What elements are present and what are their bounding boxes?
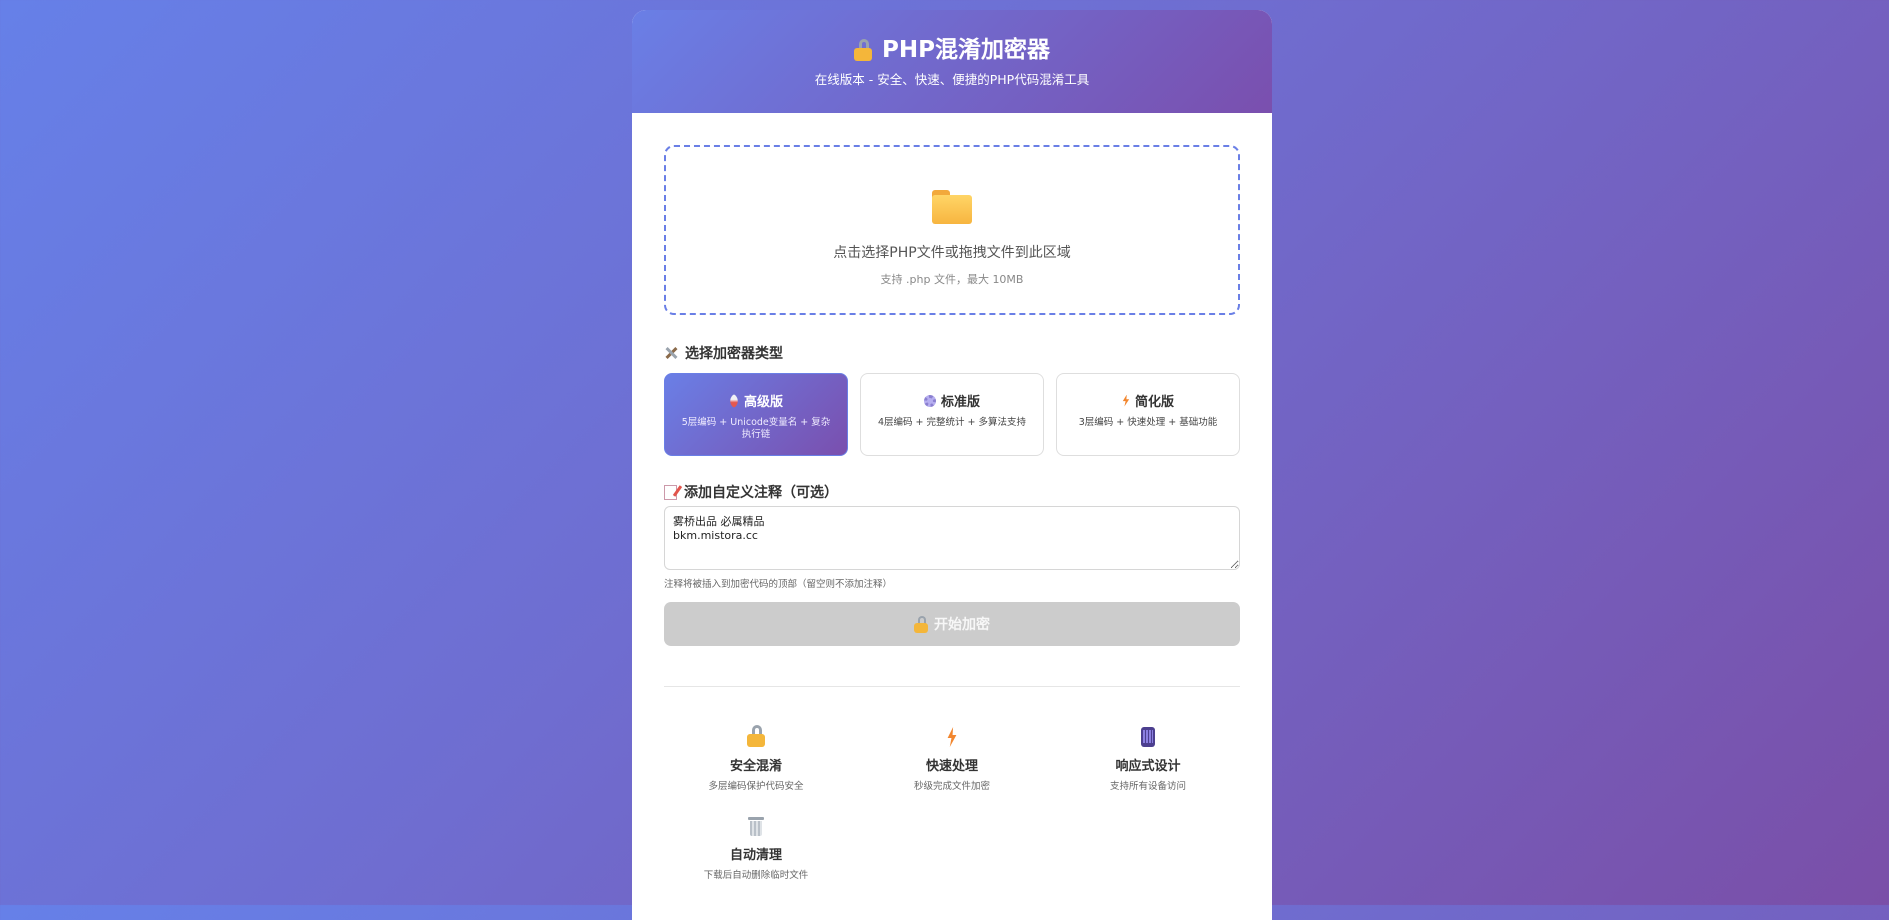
type-option-title-text: 高级版 — [743, 395, 783, 410]
feature-title: 响应式设计 — [1115, 759, 1181, 774]
features-grid: 安全混淆 多层编码保护代码安全 快速处理 秒级完成文件加密 响应式设计 支持所有… — [664, 725, 1240, 881]
lock-icon — [747, 725, 765, 747]
lock-icon — [914, 615, 928, 633]
trash-icon — [748, 817, 764, 836]
encryptor-type-label: 选择加密器类型 — [664, 343, 1240, 363]
start-encrypt-label: 开始加密 — [934, 617, 990, 633]
phone-icon — [1141, 727, 1155, 747]
feature-desc: 多层编码保护代码安全 — [708, 781, 804, 792]
type-option-desc: 4层编码 + 完整统计 + 多算法支持 — [877, 417, 1027, 428]
type-option-desc: 3层编码 + 快速处理 + 基础功能 — [1078, 417, 1218, 428]
feature-title: 安全混淆 — [729, 759, 782, 774]
type-option-advanced[interactable]: 高级版 5层编码 + Unicode变量名 + 复杂执行链 — [664, 373, 848, 456]
encryptor-type-options: 高级版 5层编码 + Unicode变量名 + 复杂执行链 标准版 4层编码 +… — [664, 373, 1240, 456]
lock-icon — [854, 39, 873, 61]
divider — [664, 686, 1240, 687]
main-content: 点击选择PHP文件或拖拽文件到此区域 支持 .php 文件，最大 10MB 选择… — [632, 145, 1272, 881]
type-option-title-text: 简化版 — [1134, 395, 1174, 410]
feature-item: 响应式设计 支持所有设备访问 — [1056, 725, 1240, 792]
type-option-title: 高级版 — [665, 391, 847, 410]
feature-item: 自动清理 下载后自动删除临时文件 — [664, 814, 848, 881]
comment-textarea[interactable]: 雾桥出品 必属精品 bkm.mistora.cc — [664, 506, 1240, 570]
upload-hint: 支持 .php 文件，最大 10MB — [880, 273, 1024, 286]
gear-icon — [923, 394, 936, 407]
encryptor-card: PHP混淆加密器 在线版本 - 安全、快速、便捷的PHP代码混淆工具 点击选择P… — [632, 10, 1272, 920]
comment-label-text: 添加自定义注释（可选） — [684, 485, 838, 501]
bolt-icon — [1122, 394, 1130, 407]
feature-item: 安全混淆 多层编码保护代码安全 — [664, 725, 848, 792]
page-title: PHP混淆加密器 — [632, 10, 1272, 64]
type-option-title: 标准版 — [861, 391, 1043, 410]
comment-label: 添加自定义注释（可选） — [664, 482, 1240, 502]
type-option-title: 简化版 — [1057, 391, 1239, 410]
type-option-desc: 5层编码 + Unicode变量名 + 复杂执行链 — [681, 417, 831, 440]
feature-desc: 支持所有设备访问 — [1109, 781, 1186, 792]
type-option-standard[interactable]: 标准版 4层编码 + 完整统计 + 多算法支持 — [860, 373, 1044, 456]
bolt-icon — [947, 727, 957, 747]
feature-title: 快速处理 — [925, 759, 978, 774]
feature-desc: 秒级完成文件加密 — [913, 781, 990, 792]
type-option-title-text: 标准版 — [940, 395, 980, 410]
encryptor-type-label-text: 选择加密器类型 — [685, 346, 783, 362]
tools-icon — [664, 346, 678, 360]
comment-hint: 注释将被插入到加密代码的顶部（留空则不添加注释） — [664, 579, 893, 590]
page-subtitle: 在线版本 - 安全、快速、便捷的PHP代码混淆工具 — [814, 72, 1090, 87]
start-encrypt-button[interactable]: 开始加密 — [664, 602, 1240, 646]
feature-item: 快速处理 秒级完成文件加密 — [860, 725, 1044, 792]
page-title-text: PHP混淆加密器 — [882, 37, 1050, 63]
file-upload-dropzone[interactable]: 点击选择PHP文件或拖拽文件到此区域 支持 .php 文件，最大 10MB — [664, 145, 1240, 315]
feature-title: 自动清理 — [729, 848, 782, 863]
header: PHP混淆加密器 在线版本 - 安全、快速、便捷的PHP代码混淆工具 — [632, 10, 1272, 113]
folder-icon — [932, 190, 972, 224]
memo-icon — [664, 484, 683, 500]
rocket-icon — [726, 393, 742, 408]
type-option-simple[interactable]: 简化版 3层编码 + 快速处理 + 基础功能 — [1056, 373, 1240, 456]
feature-desc: 下载后自动删除临时文件 — [703, 870, 809, 881]
upload-text: 点击选择PHP文件或拖拽文件到此区域 — [833, 245, 1071, 261]
